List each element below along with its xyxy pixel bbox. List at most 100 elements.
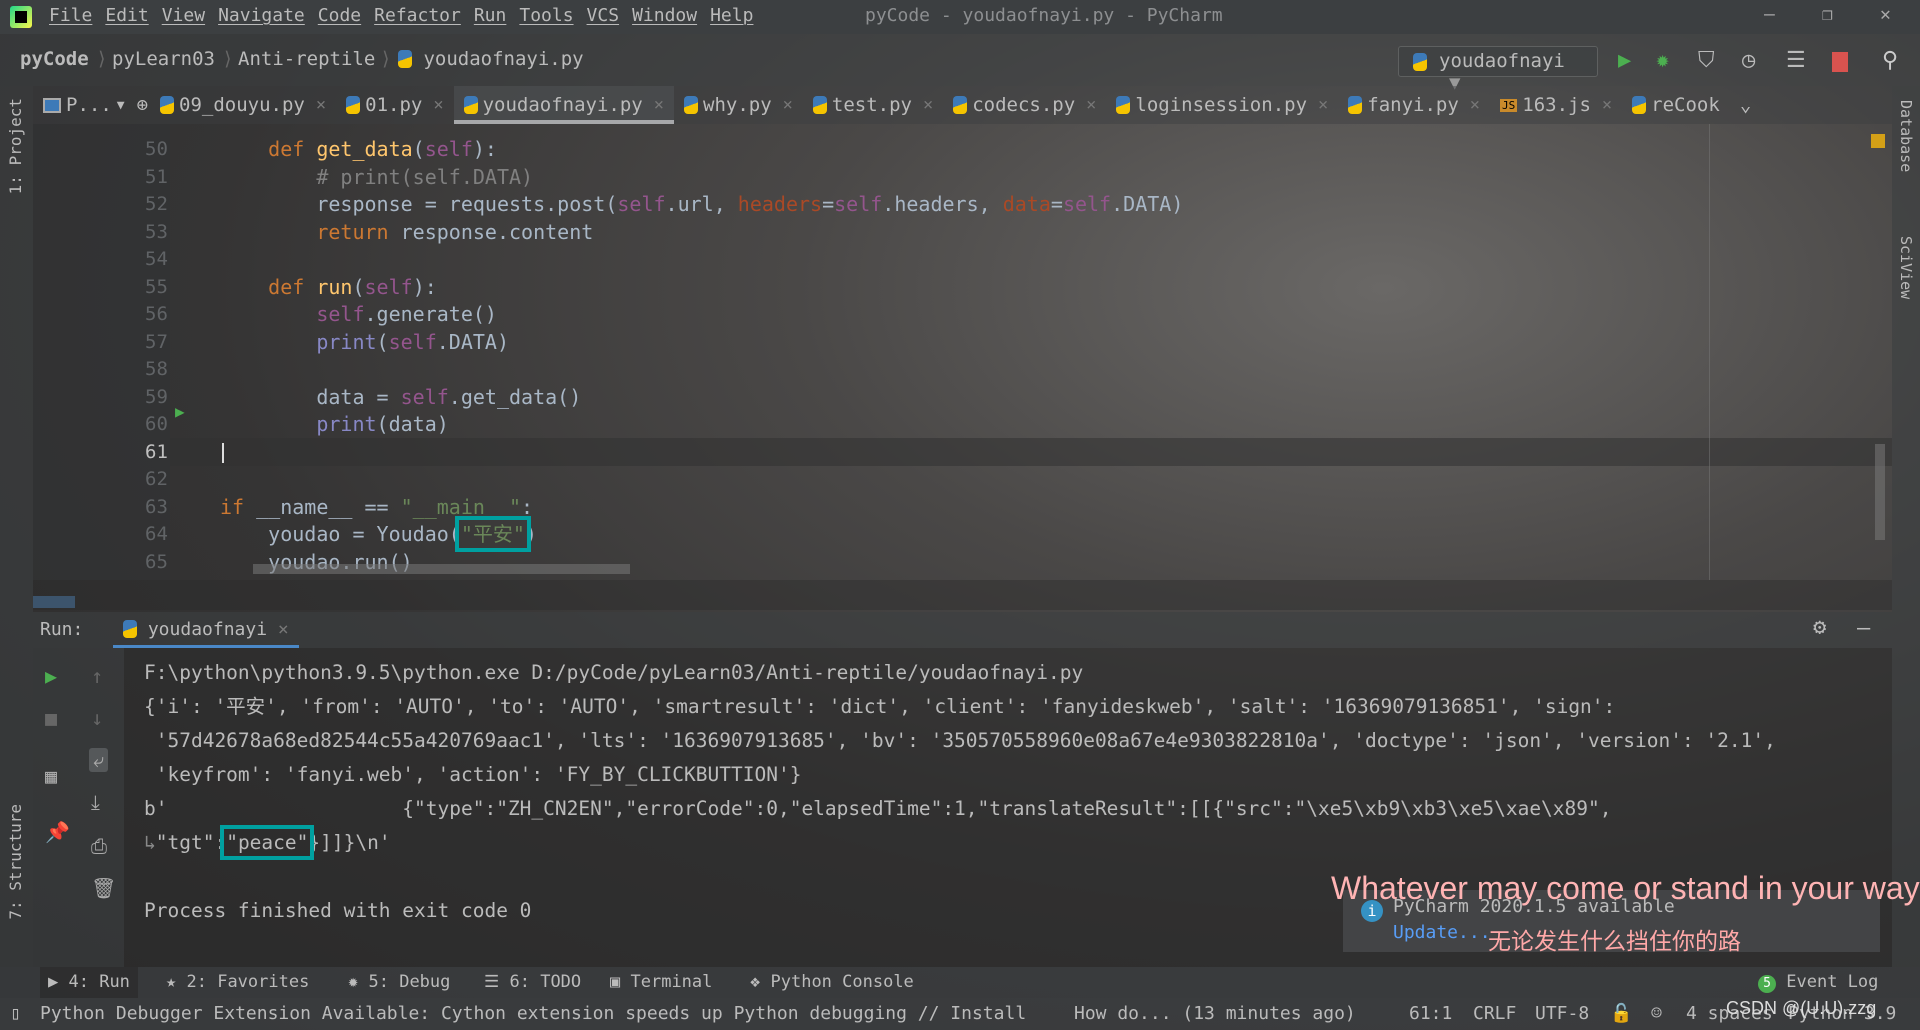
run-tab[interactable]: youdaofnayi ×: [113, 612, 299, 648]
minimize-icon[interactable]: –: [1764, 4, 1775, 25]
editor-tab[interactable]: codecs.py ×: [943, 86, 1106, 124]
code-line: youdao = Youdao("平安"): [220, 516, 537, 552]
up-arrow-icon[interactable]: ↑: [91, 664, 103, 688]
breadcrumb-project[interactable]: pyCode: [20, 48, 89, 70]
caret-position[interactable]: 61:1: [1409, 1003, 1452, 1024]
file-encoding[interactable]: UTF-8: [1535, 1003, 1589, 1024]
locate-icon[interactable]: ⊕: [135, 86, 150, 124]
code-editor[interactable]: 50 def get_data(self): 51 # print(self.DA…: [33, 124, 1892, 580]
vertical-scrollbar[interactable]: [1875, 444, 1885, 540]
python-file-icon: [684, 96, 698, 114]
menu-item[interactable]: Navigate: [218, 5, 305, 26]
structure-tool-button[interactable]: 7: Structure: [6, 804, 25, 920]
database-tool-button[interactable]: Database: [1897, 100, 1915, 172]
gear-icon[interactable]: ⚙: [1813, 615, 1826, 640]
menu-item[interactable]: Run: [474, 5, 507, 26]
breadcrumb-file[interactable]: youdaofnayi.py: [398, 48, 584, 70]
menu-item[interactable]: View: [162, 5, 205, 26]
project-view-dropdown[interactable]: P... ▼: [33, 86, 135, 124]
tool-window-debug[interactable]: ✹ 5: Debug: [340, 967, 458, 998]
tab-label: 09_douyu.py: [179, 94, 305, 116]
python-file-icon: [160, 96, 175, 114]
project-tool-button[interactable]: 1: Project: [6, 98, 25, 194]
close-icon[interactable]: ×: [654, 95, 664, 115]
editor-tab[interactable]: reCook: [1622, 86, 1730, 124]
menu-item[interactable]: Refactor: [374, 5, 461, 26]
console-line: F:\python\python3.9.5\python.exe D:/pyCo…: [144, 661, 1084, 684]
star-icon: ★: [166, 972, 177, 992]
breadcrumb-folder[interactable]: Anti-reptile: [238, 48, 375, 70]
close-icon[interactable]: ×: [1086, 95, 1096, 115]
debug-icon[interactable]: ✹: [1656, 48, 1669, 73]
menu-item[interactable]: Window: [632, 5, 697, 26]
editor-tab[interactable]: youdaofnayi.py ×: [453, 86, 675, 124]
close-icon[interactable]: ✕: [1880, 4, 1891, 25]
editor-tab[interactable]: why.py ×: [674, 86, 803, 124]
close-icon[interactable]: ×: [433, 95, 443, 115]
profile-icon[interactable]: ◷: [1742, 48, 1755, 73]
inspector-icon[interactable]: ☺: [1651, 1003, 1662, 1024]
close-icon[interactable]: ×: [278, 619, 289, 640]
tool-window-label: 4: Run: [68, 972, 130, 992]
coverage-icon[interactable]: ⛉: [1698, 48, 1715, 73]
tool-window-python-console[interactable]: ❖ Python Console: [742, 967, 922, 998]
editor-tab[interactable]: fanyi.py ×: [1338, 86, 1490, 124]
sciview-tool-button[interactable]: SciView: [1897, 236, 1915, 299]
python-icon: ❖: [750, 972, 761, 992]
tool-window-terminal[interactable]: ▣ Terminal: [602, 967, 720, 998]
menu-item[interactable]: File: [49, 5, 92, 26]
status-toggle-icon[interactable]: ▯: [10, 1003, 21, 1024]
subtitle-chinese: 无论发生什么挡住你的路: [1488, 928, 1741, 954]
update-link[interactable]: Update...: [1393, 922, 1491, 943]
menu-item[interactable]: Code: [318, 5, 361, 26]
stop-icon[interactable]: ■: [45, 706, 57, 730]
menu-item[interactable]: Help: [710, 5, 753, 26]
run-gutter-icon[interactable]: ▶: [175, 402, 185, 421]
menu-item[interactable]: Tools: [519, 5, 573, 26]
close-icon[interactable]: ×: [1470, 95, 1480, 115]
run-configuration-dropdown[interactable]: youdaofnayi ▼: [1398, 46, 1598, 94]
tool-window-favorites[interactable]: ★ 2: Favorites: [158, 967, 317, 998]
status-message[interactable]: Python Debugger Extension Available: Cyt…: [40, 1003, 1026, 1024]
breadcrumb-folder[interactable]: pyLearn03: [112, 48, 215, 70]
code-line: response = requests.post(self.url, heade…: [220, 191, 1183, 219]
tabs-overflow-chevron-icon[interactable]: ⌄: [1730, 86, 1761, 124]
event-log-button[interactable]: 5 Event Log: [1750, 967, 1886, 998]
layout-icon[interactable]: ▦: [45, 764, 57, 788]
menu-item[interactable]: VCS: [587, 5, 620, 26]
line-separator[interactable]: CRLF: [1473, 1003, 1516, 1024]
minimize-panel-icon[interactable]: —: [1857, 616, 1870, 641]
editor-tab[interactable]: 09_douyu.py ×: [150, 86, 336, 124]
print-icon[interactable]: ⎙: [91, 834, 107, 858]
down-arrow-icon[interactable]: ↓: [91, 706, 103, 730]
run-icon[interactable]: ▶: [1618, 48, 1631, 73]
pin-icon[interactable]: 📌: [45, 820, 70, 844]
editor-tab[interactable]: 01.py ×: [336, 86, 453, 124]
tool-window-run[interactable]: ▶ 4: Run: [40, 967, 138, 998]
rerun-icon[interactable]: ▶: [45, 664, 57, 688]
close-icon[interactable]: ×: [1602, 95, 1612, 115]
code-line: self.generate(): [220, 301, 497, 329]
restore-icon[interactable]: ❐: [1822, 4, 1833, 25]
close-icon[interactable]: ×: [1318, 95, 1328, 115]
tool-window-todo[interactable]: ☰ 6: TODO: [476, 967, 589, 998]
tab-list: 09_douyu.py × 01.py × youdaofnayi.py × why.py ×…: [150, 86, 1730, 124]
trash-icon[interactable]: 🗑: [91, 876, 116, 900]
editor-tab[interactable]: test.py ×: [803, 86, 943, 124]
inspection-warning-icon[interactable]: [1871, 134, 1885, 148]
concurrency-icon[interactable]: ☰: [1786, 48, 1806, 73]
editor-tab[interactable]: loginsession.py ×: [1106, 86, 1338, 124]
close-icon[interactable]: ×: [783, 95, 793, 115]
menu-item[interactable]: Edit: [105, 5, 148, 26]
stop-icon[interactable]: [1832, 52, 1848, 72]
close-icon[interactable]: ×: [923, 95, 933, 115]
close-icon[interactable]: ×: [316, 95, 326, 115]
scroll-to-end-icon[interactable]: ⤓: [91, 790, 100, 814]
search-icon[interactable]: ⚲: [1882, 48, 1898, 73]
line-number: 57: [145, 330, 168, 353]
code-token: (data): [376, 412, 449, 436]
editor-tab[interactable]: JS 163.js ×: [1490, 86, 1622, 124]
horizontal-scrollbar[interactable]: [253, 564, 630, 574]
lock-icon[interactable]: 🔓: [1610, 1003, 1632, 1024]
soft-wrap-icon[interactable]: ⤶: [89, 748, 109, 772]
